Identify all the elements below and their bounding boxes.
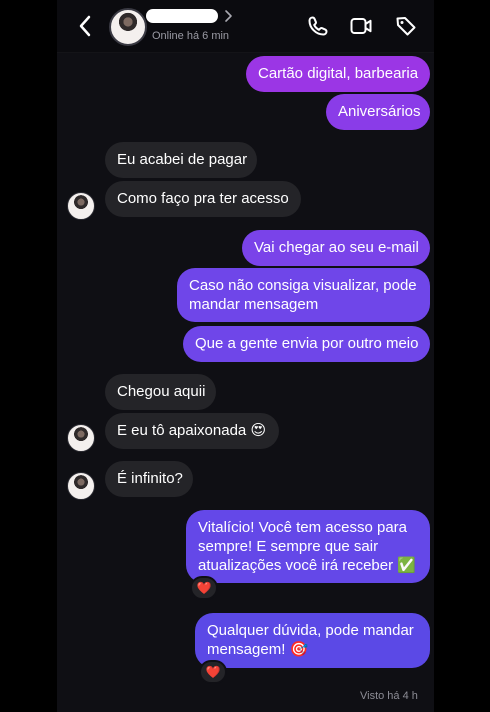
message-bubble[interactable]: E eu tô apaixonada 😍 [105,413,279,449]
phone-icon[interactable] [306,14,330,38]
message-bubble[interactable]: Eu acabei de pagar [105,142,257,178]
message-line: Vitalício! Você tem acesso para [198,519,408,536]
instagram-chat-screen: s Online há 6 min Cartão digital, barbea… [0,0,490,712]
message-bubble[interactable]: Que a gente envia por outro meio [183,326,430,362]
heart-reaction-icon[interactable]: ❤️ [190,576,218,600]
message-bubble[interactable]: Caso não consiga visualizar, pode mandar… [177,268,430,322]
online-status: Online há 6 min [152,30,230,42]
tag-icon[interactable] [394,14,418,38]
message-bubble[interactable]: Vai chegar ao seu e-mail [242,230,430,266]
seen-status: Visto há 4 h [360,690,418,702]
message-bubble[interactable]: Qualquer dúvida, pode mandar mensagem! 🎯 [195,613,430,668]
message-line: mensagem! 🎯 [207,641,309,658]
sender-avatar [67,472,95,500]
message-line: Caso não consiga visualizar, pode [189,277,417,294]
message-bubble[interactable]: Como faço pra ter acesso [105,181,301,217]
contact-name[interactable]: s [146,9,218,23]
message-line: sempre! E sempre que sair [198,538,379,555]
sender-avatar [67,192,95,220]
heart-reaction-icon[interactable]: ❤️ [199,660,227,684]
chevron-right-icon[interactable] [223,10,233,22]
sender-avatar [67,424,95,452]
chevron-left-icon[interactable] [74,14,98,38]
message-bubble[interactable]: É infinito? [105,461,193,497]
message-bubble[interactable]: Vitalício! Você tem acesso para sempre! … [186,510,430,583]
message-bubble[interactable]: Aniversários [326,94,430,130]
message-line: Qualquer dúvida, pode mandar [207,622,414,639]
video-call-icon[interactable] [349,14,373,38]
message-line: mandar mensagem [189,296,319,313]
message-bubble[interactable]: Cartão digital, barbearia [246,56,430,92]
message-line: atualizações você irá receber ✅ [198,557,416,574]
contact-avatar[interactable] [109,8,147,46]
message-bubble[interactable]: Chegou aquii [105,374,216,410]
